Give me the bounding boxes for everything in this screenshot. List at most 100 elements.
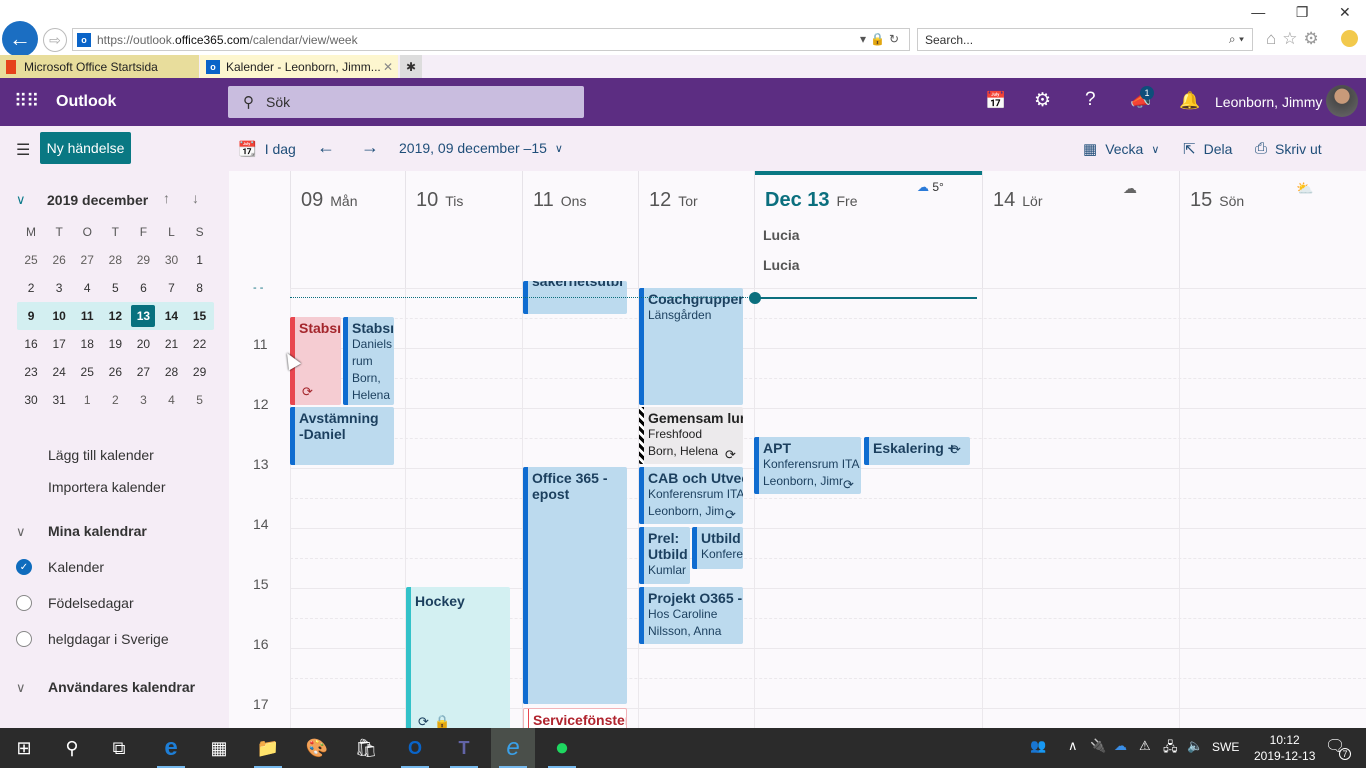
mini-calendar-day[interactable]: 16: [17, 337, 45, 351]
app-name[interactable]: Outlook: [56, 93, 116, 111]
event-cab-och-utveckling[interactable]: CAB och Utvec Konferensrum ITA Leonborn,…: [639, 467, 743, 524]
bell-icon[interactable]: 🔔: [1179, 91, 1200, 111]
volume-icon[interactable]: 🔈: [1187, 738, 1203, 754]
mini-calendar-day[interactable]: 1: [73, 393, 101, 407]
mini-calendar-day[interactable]: 28: [157, 365, 185, 379]
favorites-star-icon[interactable]: ☆: [1282, 29, 1303, 48]
mini-calendar-day[interactable]: 2: [101, 393, 129, 407]
my-day-icon[interactable]: 📅: [985, 91, 1006, 111]
browser-search-input[interactable]: Search... ⌕ ▾: [917, 28, 1253, 51]
internet-explorer-icon[interactable]: e: [491, 728, 535, 768]
allday-event-lucia[interactable]: Lucia: [763, 227, 800, 243]
mini-calendar-day[interactable]: 13: [131, 305, 156, 327]
day-header-thu[interactable]: 12 Tor: [638, 171, 754, 288]
forward-button[interactable]: ⇨: [43, 28, 67, 52]
calendar-item-helgdagar[interactable]: helgdagar i Sverige: [48, 631, 169, 647]
mini-calendar-day[interactable]: 11: [73, 309, 101, 323]
collapse-chevron-icon[interactable]: ∨: [16, 192, 26, 208]
allday-event-lucia[interactable]: Lucia: [763, 257, 800, 273]
settings-icon[interactable]: ⚙: [1034, 89, 1051, 112]
previous-week-button[interactable]: ←: [317, 137, 335, 158]
edge-icon[interactable]: e: [149, 728, 193, 768]
outlook-icon[interactable]: O: [393, 728, 437, 768]
event-utbildning[interactable]: Utbild Konfere: [692, 527, 743, 569]
mini-calendar-day[interactable]: 20: [129, 337, 157, 351]
tab-kalender[interactable]: o Kalender - Leonborn, Jimm... ✕: [200, 55, 398, 78]
search-input[interactable]: ⚲ Sök: [228, 86, 584, 118]
share-button[interactable]: ⇱ Dela: [1183, 140, 1232, 158]
home-icon[interactable]: ⌂: [1266, 29, 1282, 48]
mini-calendar-day[interactable]: 8: [186, 281, 214, 295]
task-view-icon[interactable]: ⧉: [97, 728, 141, 768]
network-icon[interactable]: 🖧: [1163, 738, 1178, 760]
start-windows-icon[interactable]: ⊞: [2, 728, 46, 768]
help-icon[interactable]: ?: [1085, 89, 1096, 111]
power-battery-icon[interactable]: 🔌: [1090, 738, 1106, 754]
back-button[interactable]: ←: [2, 21, 38, 57]
mini-calendar-day[interactable]: 4: [157, 393, 185, 407]
event-hockey[interactable]: Hockey ⟳ 🔒: [406, 587, 510, 728]
day-header-sun[interactable]: 15 Sön ⛅: [1179, 171, 1366, 288]
mini-calendar-day[interactable]: 4: [73, 281, 101, 295]
print-button[interactable]: ⎙ Skriv ut: [1255, 140, 1322, 157]
new-event-button[interactable]: Ny händelse: [40, 132, 131, 164]
event-gemensam-lunch[interactable]: Gemensam lur Freshfood Born, Helena ⟳: [639, 407, 743, 464]
mini-calendar-day[interactable]: 14: [157, 309, 185, 323]
mini-calendar-day[interactable]: 23: [17, 365, 45, 379]
event-office365-epost[interactable]: Office 365 - epost: [523, 467, 627, 704]
day-header-fri-today[interactable]: Dec 13 Fre ☁ 5° Lucia Lucia: [754, 171, 982, 288]
mini-calendar-day[interactable]: 27: [73, 253, 101, 267]
event-eskalering[interactable]: Eskalering + ⟳: [864, 437, 970, 465]
file-explorer-icon[interactable]: 📁: [246, 728, 290, 768]
mini-calendar-day[interactable]: 6: [129, 281, 157, 295]
chevron-down-icon[interactable]: ∨: [16, 680, 26, 696]
day-header-sat[interactable]: 14 Lör ☁: [982, 171, 1179, 288]
feedback-smiley-icon[interactable]: [1341, 30, 1358, 47]
mini-calendar-day[interactable]: 3: [129, 393, 157, 407]
event-coachgrupper[interactable]: Coachgrupper Länsgården: [639, 288, 743, 405]
mini-calendar-day[interactable]: 7: [157, 281, 185, 295]
mini-calendar-day[interactable]: 25: [73, 365, 101, 379]
mini-calendar-day[interactable]: 30: [157, 253, 185, 267]
event-servicefonster[interactable]: Servicefönster: [523, 708, 627, 728]
calendar-item-fodelsedagar[interactable]: Födelsedagar: [48, 595, 134, 611]
hamburger-menu-icon[interactable]: ☰: [16, 140, 30, 160]
event-stabsmote[interactable]: Stabsı Daniels rum Born, Helena: [343, 317, 394, 405]
calculator-icon[interactable]: ▦: [197, 728, 241, 768]
dropdown-icon[interactable]: ▾: [860, 32, 870, 46]
mini-calendar-day[interactable]: 10: [45, 309, 73, 323]
add-calendar-link[interactable]: Lägg till kalender: [48, 447, 154, 463]
new-tab-button[interactable]: ✱: [400, 55, 422, 78]
lock-icon[interactable]: 🔒: [870, 32, 889, 46]
people-icon[interactable]: 👥: [1030, 738, 1046, 754]
day-header-mon[interactable]: 09 Mån: [290, 171, 405, 288]
mini-calendar-day[interactable]: 28: [101, 253, 129, 267]
previous-month-arrow-icon[interactable]: ↑: [163, 190, 170, 206]
event-projekt-o365[interactable]: Projekt O365 - Hos Caroline Nilsson, Ann…: [639, 587, 743, 644]
date-range-picker[interactable]: 2019, 09 december –15 ∨: [399, 140, 563, 156]
address-bar[interactable]: o https://outlook. office365.com/calendar…: [72, 28, 910, 51]
mini-calendar-day[interactable]: 9: [17, 309, 45, 323]
mini-calendar-day[interactable]: 30: [17, 393, 45, 407]
event-prel-utbildning[interactable]: Prel: Utbild Kumlar: [639, 527, 690, 584]
mini-calendar-day[interactable]: 27: [129, 365, 157, 379]
mini-calendar-title[interactable]: 2019 december: [47, 192, 148, 208]
mini-calendar-day[interactable]: 1: [186, 253, 214, 267]
mini-calendar-day[interactable]: 2: [17, 281, 45, 295]
day-header-tue[interactable]: 10 Tis: [405, 171, 522, 288]
language-indicator[interactable]: SWE: [1212, 740, 1239, 754]
weather-fri[interactable]: ☁ 5°: [917, 180, 944, 194]
partly-sunny-icon[interactable]: ⛅: [1296, 180, 1313, 197]
day-header-wed[interactable]: 11 Ons: [522, 171, 638, 288]
avatar[interactable]: [1326, 85, 1358, 117]
import-calendar-link[interactable]: Importera kalender: [48, 479, 166, 495]
microsoft-store-icon[interactable]: 🛍: [344, 728, 388, 768]
next-week-button[interactable]: →: [361, 137, 379, 158]
search-icon[interactable]: ⚲: [50, 728, 94, 768]
mini-calendar-day[interactable]: 5: [186, 393, 214, 407]
my-calendars-heading[interactable]: Mina kalendrar: [48, 523, 147, 539]
event-avstamning-daniel[interactable]: Avstämning -Daniel: [290, 407, 394, 465]
chevron-down-icon[interactable]: ∨: [16, 524, 26, 540]
tools-gear-icon[interactable]: ⚙: [1304, 29, 1325, 48]
calendar-item-kalender[interactable]: Kalender: [48, 559, 104, 575]
